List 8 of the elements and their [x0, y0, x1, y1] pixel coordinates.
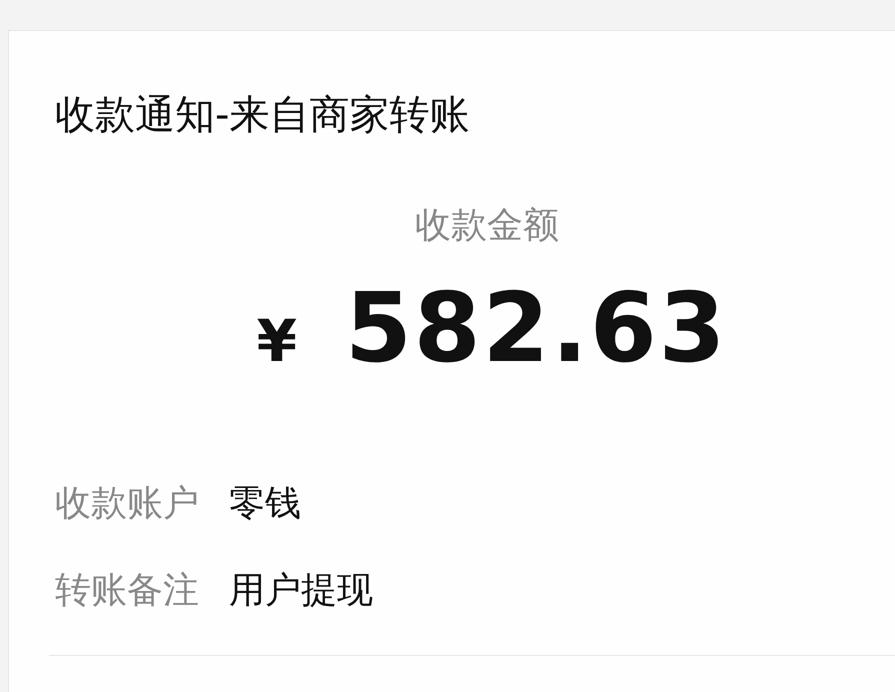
notice-title: 收款通知-来自商家转账 [55, 91, 470, 140]
field-value: 用户提现 [229, 569, 373, 613]
amount-value: 582.63 [344, 272, 728, 384]
field-label: 转账备注 [55, 569, 199, 613]
field-value: 零钱 [229, 482, 302, 526]
amount-label: 收款金额 [415, 204, 559, 248]
currency-symbol: ¥ [256, 307, 297, 375]
field-label: 收款账户 [55, 482, 199, 526]
